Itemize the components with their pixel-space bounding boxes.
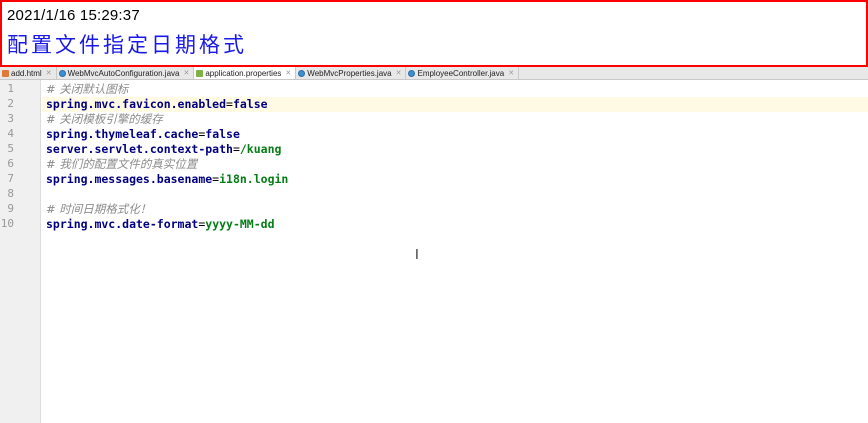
- banner-title: 配置文件指定日期格式: [7, 33, 247, 57]
- line-number: 1: [7, 82, 14, 95]
- properties-file-icon: [196, 69, 204, 77]
- tab-label: EmployeeController.java: [417, 68, 505, 78]
- equals-sign: =: [226, 97, 233, 111]
- tab-label: WebMvcAutoConfiguration.java: [67, 68, 180, 78]
- close-icon[interactable]: ✕: [285, 69, 291, 77]
- editor-tab-bar: add.html ✕ WebMvcAutoConfiguration.java …: [0, 67, 868, 80]
- comment: # 关闭默认图标: [46, 82, 129, 96]
- close-icon[interactable]: ✕: [46, 69, 52, 77]
- property-value: yyyy-MM-dd: [205, 217, 275, 231]
- code-line[interactable]: # 时间日期格式化！: [42, 202, 868, 217]
- code-editor[interactable]: # 关闭默认图标 spring.mvc.favicon.enabled=fals…: [42, 80, 868, 423]
- property-key: spring.mvc.favicon.enabled: [46, 97, 227, 111]
- close-icon[interactable]: ✕: [508, 69, 514, 77]
- property-value: i18n.login: [219, 172, 289, 186]
- code-line[interactable]: server.servlet.context-path=/kuang: [42, 142, 868, 157]
- java-class-icon: [58, 69, 66, 77]
- code-line[interactable]: spring.mvc.date-format=yyyy-MM-dd: [42, 217, 868, 232]
- tab-label: WebMvcProperties.java: [307, 68, 392, 78]
- line-number: 5: [7, 142, 14, 155]
- overlay-banner: 2021/1/16 15:29:37 配置文件指定日期格式: [0, 0, 868, 67]
- code-line[interactable]: spring.messages.basename=i18n.login: [42, 172, 868, 187]
- line-number: 2: [7, 97, 14, 110]
- property-value: false: [205, 127, 240, 141]
- tab-add-html[interactable]: add.html ✕: [0, 67, 57, 79]
- line-number: 7: [7, 172, 14, 185]
- equals-sign: =: [232, 142, 240, 156]
- property-key: spring.mvc.date-format: [46, 217, 199, 231]
- line-number: 10: [0, 217, 14, 230]
- close-icon[interactable]: ✕: [396, 69, 402, 77]
- java-class-icon: [408, 69, 416, 77]
- tab-application-properties[interactable]: application.properties ✕: [194, 67, 297, 79]
- tab-label: add.html: [11, 68, 42, 78]
- close-icon[interactable]: ✕: [183, 69, 189, 77]
- timestamp-label: 2021/1/16 15:29:37: [7, 7, 140, 24]
- code-line-current[interactable]: spring.mvc.favicon.enabled=false: [42, 97, 868, 112]
- java-class-icon: [298, 69, 306, 77]
- line-number: 3: [7, 112, 14, 125]
- line-number: 6: [7, 157, 14, 170]
- comment: # 关闭模板引擎的缓存: [46, 112, 163, 126]
- text-cursor-icon: I: [415, 248, 419, 263]
- tab-label: application.properties: [205, 68, 282, 78]
- property-value: /kuang: [239, 142, 282, 156]
- tab-webmvcproperties[interactable]: WebMvcProperties.java ✕: [296, 67, 407, 79]
- line-number-gutter: 1 2 3 4 5 6 7 8 9 10: [0, 80, 41, 423]
- code-line-empty[interactable]: [42, 187, 868, 202]
- line-number: 9: [7, 202, 14, 215]
- property-key: spring.thymeleaf.cache: [46, 127, 199, 141]
- line-number: 8: [7, 187, 14, 200]
- tab-employeecontroller[interactable]: EmployeeController.java ✕: [406, 67, 520, 79]
- code-line[interactable]: # 关闭模板引擎的缓存: [42, 112, 868, 127]
- comment: # 时间日期格式化！: [46, 202, 152, 216]
- line-number: 4: [7, 127, 14, 140]
- property-key: server.servlet.context-path: [46, 142, 233, 156]
- code-line[interactable]: # 关闭默认图标: [42, 82, 868, 97]
- tab-webmvcautoconfiguration[interactable]: WebMvcAutoConfiguration.java ✕: [57, 67, 195, 79]
- comment: # 我们的配置文件的真实位置: [46, 157, 198, 171]
- property-value: false: [232, 97, 268, 111]
- property-key: spring.messages.basename: [46, 172, 213, 186]
- code-line[interactable]: spring.thymeleaf.cache=false: [42, 127, 868, 142]
- html-file-icon: [2, 69, 9, 77]
- code-line[interactable]: # 我们的配置文件的真实位置: [42, 157, 868, 172]
